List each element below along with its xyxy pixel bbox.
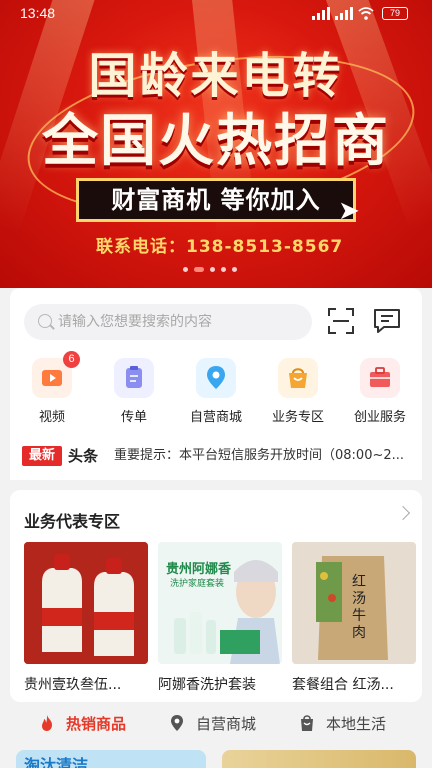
tab-hot-products[interactable]: 热销商品 [38,708,126,738]
business-section: 业务代表专区 贵州壹玖叁伍... 贵州阿娜香 洗护家庭套装 阿娜香洗护套装 红汤… [10,490,422,702]
flame-icon [42,715,52,731]
search-bar[interactable] [24,304,312,340]
product-name: 套餐组合 红汤... [292,677,394,693]
product-card-peek[interactable] [222,750,416,768]
product-name: 贵州壹玖叁伍... [24,677,122,693]
banner-subheadline: 全国火热招商 [42,109,390,174]
nav-item-mall[interactable]: 自营商城 [175,358,257,425]
search-icon [38,314,52,328]
tab-label: 热销商品 [66,714,127,733]
cursor-icon: ➤ [338,196,360,226]
product-card[interactable]: 贵州壹玖叁伍... [24,542,148,694]
product-card[interactable]: 红汤牛肉 套餐组合 红汤... [292,542,416,694]
location-pin-icon [196,358,236,398]
news-ticker[interactable]: 最新 头条 重要提示：本平台短信服务开放时间（08:00~2... [22,444,414,468]
tab-self-mall[interactable]: 自营商城 [168,708,256,738]
promo-banner[interactable]: 13:48 79 国龄来电转 全国火热招商 财富商机 等你加入 ➤ 联系电话：1… [0,0,432,288]
carousel-dot[interactable] [232,266,237,272]
news-tag-headline: 头条 [68,447,99,465]
carousel-dot[interactable] [210,266,215,272]
news-text[interactable]: 重要提示：本平台短信服务开放时间（08:00~2... [114,444,414,468]
news-tag-latest: 最新 [22,446,62,466]
product-image: 红汤牛肉 [292,542,416,664]
nav-label: 自营商城 [189,410,242,425]
tab-label: 本地生活 [326,714,387,733]
tab-local-life[interactable]: 本地生活 [298,708,386,738]
product-image: 贵州阿娜香 洗护家庭套装 [158,542,282,664]
nav-label: 业务专区 [271,410,324,425]
carousel-indicator[interactable] [183,266,237,272]
shopping-bag-icon [278,358,318,398]
category-tabs: 热销商品 自营商城 本地生活 [0,708,432,738]
wifi-icon [358,7,374,20]
battery-icon: 79 [382,7,408,20]
product-card-peek[interactable]: 淘汰清洁 [16,750,206,768]
nav-item-business[interactable]: 业务专区 [257,358,339,425]
nav-item-video[interactable]: 6 视频 [11,351,93,425]
nav-label: 视频 [38,410,65,425]
chevron-right-icon[interactable] [395,505,411,521]
quick-nav: 6 视频 传单 自营商城 业务专区 创业服务 [10,351,422,428]
app-screen: 13:48 79 国龄来电转 全国火热招商 财富商机 等你加入 ➤ 联系电话：1… [0,0,432,768]
briefcase-icon [360,358,400,398]
product-card[interactable]: 贵州阿娜香 洗护家庭套装 阿娜香洗护套装 [158,542,282,694]
nav-label: 传单 [120,410,147,425]
banner-slogan: 财富商机 等你加入 [76,178,356,222]
carousel-dot[interactable] [221,266,226,272]
video-icon: 6 [32,351,80,398]
carousel-dot-active[interactable] [194,266,204,272]
flyer-icon [114,358,154,398]
scan-icon[interactable] [326,306,356,336]
banner-phone: 联系电话：138-8513-8567 [96,237,344,257]
product-image-label: 红汤牛肉 [352,574,366,641]
peek-text: 淘汰清洁 [24,756,89,768]
signal-icon [312,7,330,20]
status-time: 13:48 [20,5,56,21]
nav-label: 创业服务 [353,410,406,425]
shopping-bag-icon [301,715,313,731]
message-icon[interactable] [372,306,402,336]
tab-label: 自营商城 [196,714,257,733]
product-name: 阿娜香洗护套装 [158,677,256,693]
signal-icon [335,7,353,20]
video-badge: 6 [63,351,80,368]
main-card: 6 视频 传单 自营商城 业务专区 [10,288,422,480]
search-input[interactable] [58,304,298,340]
nav-item-flyer[interactable]: 传单 [93,358,175,425]
section-title: 业务代表专区 [24,512,121,531]
status-bar: 13:48 79 [0,0,432,28]
location-pin-icon [171,715,183,731]
nav-item-startup[interactable]: 创业服务 [339,358,421,425]
product-image [24,542,148,664]
carousel-dot[interactable] [183,266,188,272]
